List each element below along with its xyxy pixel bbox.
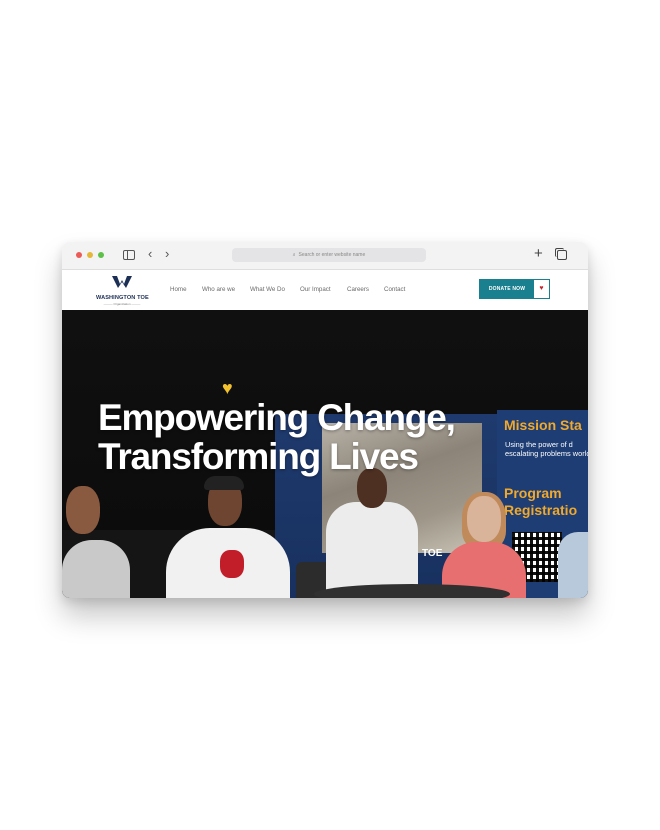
- back-icon[interactable]: ‹: [148, 247, 152, 261]
- nav-home[interactable]: Home: [170, 286, 187, 293]
- nav-careers[interactable]: Careers: [347, 286, 369, 293]
- logo-name: WASHINGTON TOE: [96, 295, 149, 301]
- logo-mark-icon: [112, 276, 132, 288]
- site-header: WASHINGTON TOE ——— Organization ——— Home…: [62, 270, 588, 310]
- heart-icon: ♥: [222, 378, 233, 398]
- person-4-head: [467, 496, 501, 542]
- person-2-cap: [204, 476, 244, 490]
- address-placeholder: Search or enter website name: [298, 252, 366, 258]
- sidebar-icon[interactable]: [123, 250, 135, 260]
- close-window-button[interactable]: [76, 252, 82, 258]
- shirt-logo: [220, 550, 244, 578]
- nav-what-we-do[interactable]: What We Do: [250, 286, 285, 293]
- table: [314, 584, 510, 598]
- new-tab-icon[interactable]: +: [534, 246, 543, 262]
- person-5: [558, 532, 588, 598]
- mission-text: Using the power of d escalating problems…: [505, 440, 588, 458]
- zoom-window-button[interactable]: [98, 252, 104, 258]
- forward-icon[interactable]: ›: [165, 247, 169, 261]
- nav-who-are-we[interactable]: Who are we: [202, 286, 235, 293]
- site-logo[interactable]: WASHINGTON TOE ——— Organization ———: [96, 275, 149, 306]
- tabs-overview-icon[interactable]: [555, 248, 567, 260]
- logo-tagline: ——— Organization ———: [103, 302, 141, 306]
- browser-window: ‹ › ⌕ Search or enter website name + WASH…: [62, 242, 588, 598]
- backdrop-label: TOE: [422, 548, 443, 559]
- hero-section: TOE Mission Sta Using the power of d esc…: [62, 310, 588, 598]
- hero-title-line-2: Transforming Lives: [98, 436, 419, 477]
- heart-icon: ♥: [534, 280, 549, 298]
- hero-title-line-1: Empowering Change,: [98, 397, 456, 438]
- donate-label: DONATE NOW: [488, 286, 526, 292]
- donate-button[interactable]: DONATE NOW ♥: [479, 279, 550, 299]
- program-title: Program Registratio: [504, 485, 578, 518]
- nav-our-impact[interactable]: Our Impact: [300, 286, 331, 293]
- nav-contact[interactable]: Contact: [384, 286, 405, 293]
- person-1-head: [66, 486, 100, 534]
- browser-toolbar: ‹ › ⌕ Search or enter website name +: [62, 242, 588, 270]
- hero-title: Empowering Change, Transforming Lives: [98, 397, 456, 477]
- address-bar[interactable]: ⌕ Search or enter website name: [232, 248, 426, 262]
- minimize-window-button[interactable]: [87, 252, 93, 258]
- person-1: [62, 540, 130, 598]
- search-icon: ⌕: [292, 252, 296, 258]
- mission-title: Mission Sta: [504, 417, 582, 433]
